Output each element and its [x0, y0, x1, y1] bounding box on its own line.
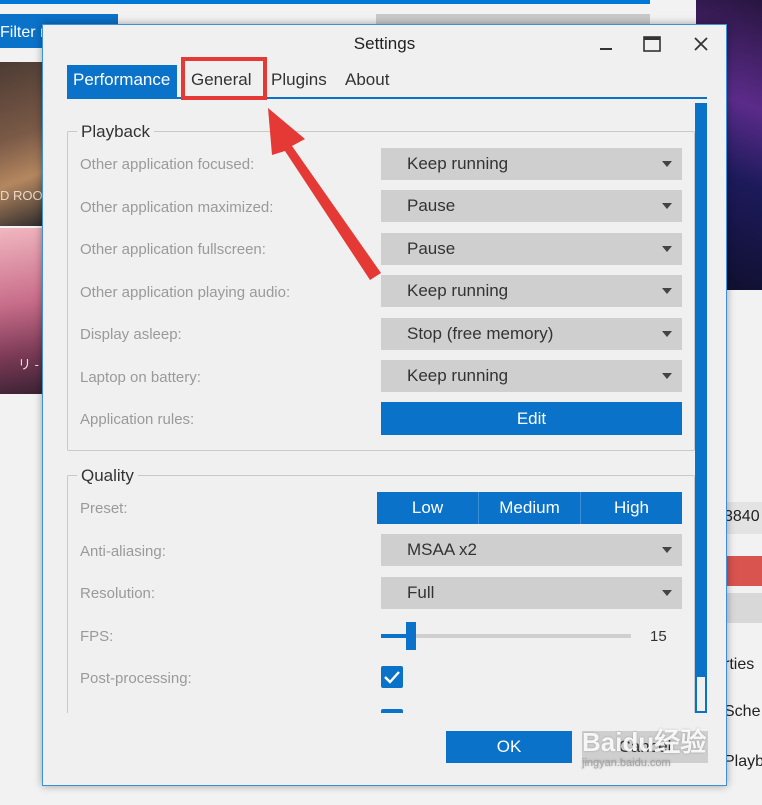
baidu-watermark: Baidu经验 jingyan.baidu.com [582, 727, 707, 769]
annotation-arrow-icon [268, 108, 381, 280]
